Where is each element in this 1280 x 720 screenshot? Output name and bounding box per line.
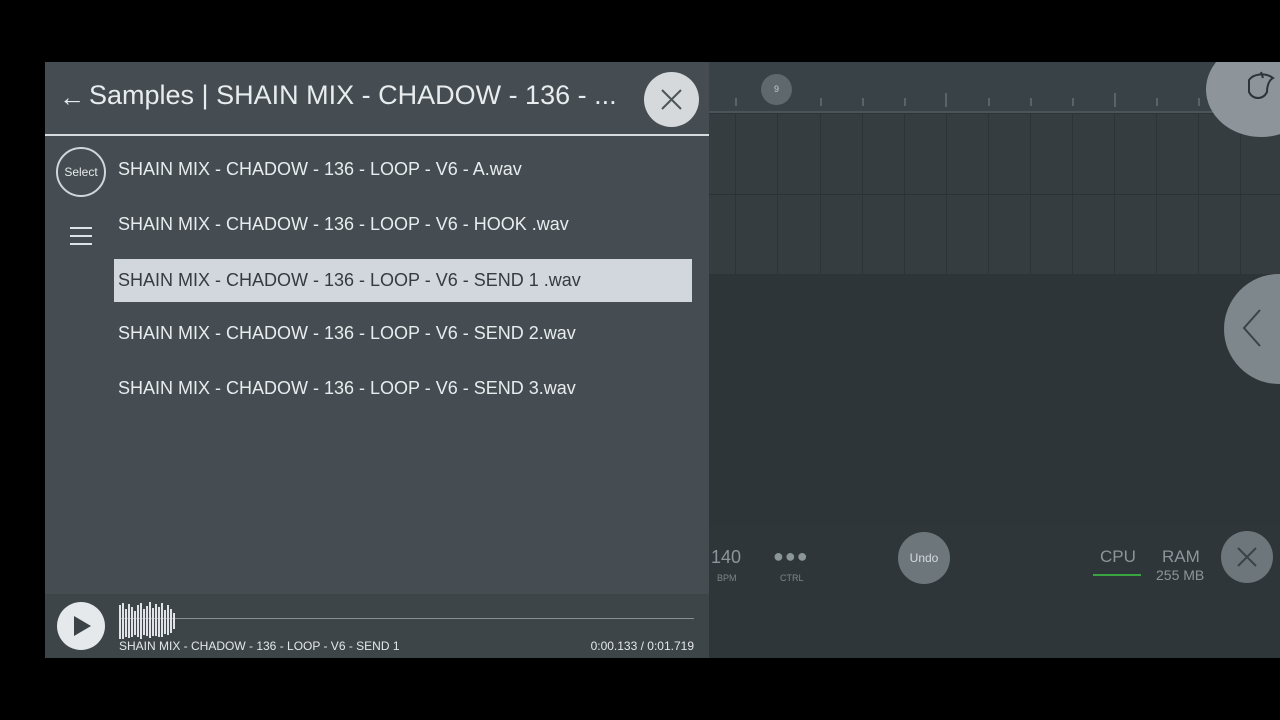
- play-button[interactable]: [57, 602, 105, 650]
- timeline-tick: [988, 98, 990, 106]
- preview-player: SHAIN MIX - CHADOW - 136 - LOOP - V6 - S…: [45, 594, 709, 658]
- ram-label: RAM: [1162, 547, 1200, 566]
- timeline-marker[interactable]: 9: [761, 74, 792, 105]
- bpm-value[interactable]: 140: [711, 547, 741, 568]
- file-item-selected[interactable]: SHAIN MIX - CHADOW - 136 - LOOP - V6 - S…: [114, 259, 692, 302]
- timeline-tick: [1072, 98, 1074, 106]
- ctrl-menu-icon[interactable]: ●●●: [773, 546, 809, 567]
- preview-time: 0:00.133 / 0:01.719: [590, 639, 694, 653]
- timeline-tick: [1198, 98, 1200, 106]
- waveform-baseline[interactable]: [119, 618, 694, 619]
- browser-title: Samples | SHAIN MIX - CHADOW - 136 - ...: [89, 80, 617, 110]
- bpm-label: BPM: [717, 573, 737, 583]
- select-button[interactable]: Select: [56, 147, 106, 197]
- close-icon: [661, 89, 682, 110]
- close-icon: [1237, 547, 1257, 567]
- back-arrow-icon[interactable]: ←: [59, 82, 85, 113]
- timeline-tick: [1156, 98, 1158, 106]
- timeline-tick: [1030, 98, 1032, 106]
- file-item[interactable]: SHAIN MIX - CHADOW - 136 - LOOP - V6 - A…: [114, 148, 692, 191]
- track-separator: [709, 194, 1280, 195]
- timeline-divider: [709, 111, 1280, 113]
- browser-header: ← Samples | SHAIN MIX - CHADOW - 136 - .…: [45, 62, 709, 134]
- timeline-tick: [904, 98, 906, 106]
- close-browser-button[interactable]: [644, 72, 699, 127]
- playlist-tracks[interactable]: [709, 114, 1280, 274]
- waveform-icon: [119, 602, 175, 639]
- close-daw-button[interactable]: [1221, 531, 1273, 583]
- timeline-tick: [820, 98, 822, 106]
- preview-sample-name: SHAIN MIX - CHADOW - 136 - LOOP - V6 - S…: [119, 639, 400, 653]
- menu-icon[interactable]: [70, 227, 92, 245]
- file-item[interactable]: SHAIN MIX - CHADOW - 136 - LOOP - V6 - S…: [114, 312, 692, 355]
- file-item[interactable]: SHAIN MIX - CHADOW - 136 - LOOP - V6 - H…: [114, 203, 692, 246]
- undo-button[interactable]: Undo: [898, 532, 950, 584]
- sample-browser-panel: ← Samples | SHAIN MIX - CHADOW - 136 - .…: [45, 62, 709, 658]
- ctrl-label: CTRL: [780, 573, 804, 583]
- playlist-timeline[interactable]: [709, 62, 1280, 112]
- app-screen: 9 140 BPM ●●● CTRL Undo CPU RAM 255 MB ←…: [45, 62, 1280, 658]
- play-icon: [74, 616, 91, 636]
- cpu-meter: [1093, 574, 1141, 576]
- timeline-tick: [735, 98, 737, 106]
- chevron-left-icon[interactable]: [1224, 274, 1280, 384]
- header-divider: [45, 134, 709, 136]
- cpu-label: CPU: [1100, 547, 1136, 566]
- file-item[interactable]: SHAIN MIX - CHADOW - 136 - LOOP - V6 - S…: [114, 367, 692, 410]
- timeline-tick: [1114, 93, 1116, 107]
- ram-value: 255 MB: [1156, 567, 1205, 583]
- timeline-tick: [862, 98, 864, 106]
- timeline-tick: [945, 93, 947, 107]
